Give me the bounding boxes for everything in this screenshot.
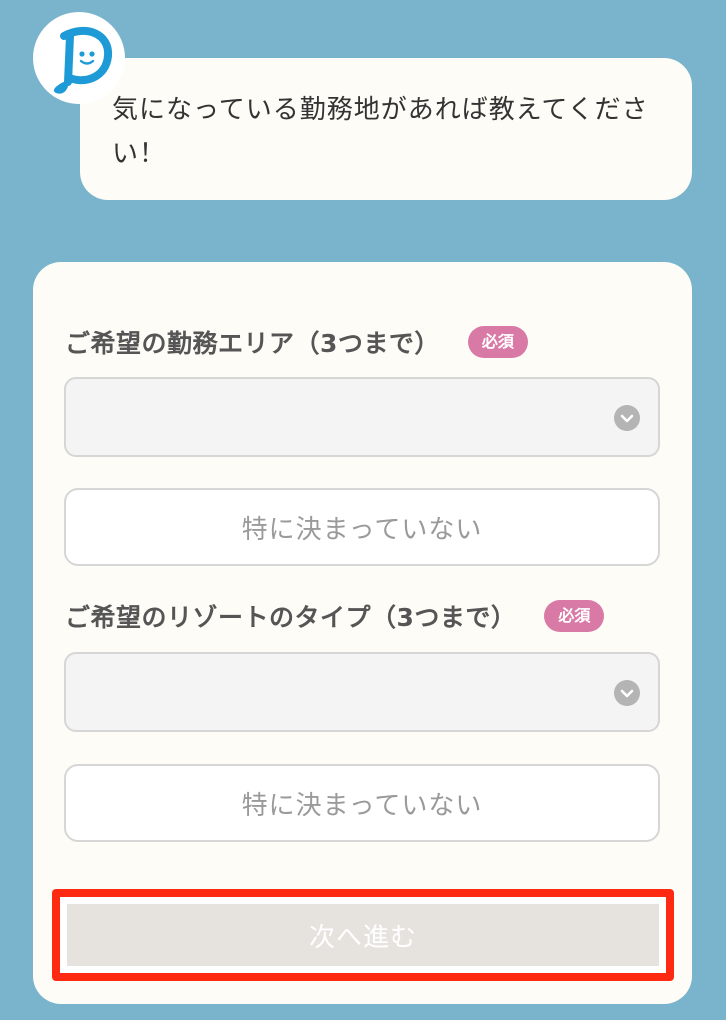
area-no-preference-button[interactable]: 特に決まっていない xyxy=(64,488,660,566)
mascot-logo-icon xyxy=(53,26,113,94)
chevron-down-icon xyxy=(614,405,640,431)
next-button[interactable]: 次へ進む xyxy=(67,904,659,966)
area-field-header: ご希望の勤務エリア（3つまで） 必須 xyxy=(65,324,528,360)
resort-type-no-preference-button[interactable]: 特に決まっていない xyxy=(64,764,660,842)
chevron-down-icon xyxy=(614,680,640,706)
assistant-message-bubble: 気になっている勤務地があれば教えてください！ xyxy=(80,58,692,200)
resort-type-field-header: ご希望のリゾートのタイプ（3つまで） 必須 xyxy=(65,598,605,634)
assistant-message: 気になっている勤務地があれば教えてください！ xyxy=(112,95,649,169)
preference-form: ご希望の勤務エリア（3つまで） 必須 特に決まっていない ご希望のリゾートのタイ… xyxy=(33,262,692,1004)
area-field-label: ご希望の勤務エリア（3つまで） xyxy=(65,329,440,358)
next-button-highlight: 次へ進む xyxy=(52,889,674,981)
assistant-avatar xyxy=(33,12,125,104)
resort-type-field-label: ご希望のリゾートのタイプ（3つまで） xyxy=(65,603,517,632)
resort-type-select[interactable] xyxy=(64,652,660,732)
area-required-badge: 必須 xyxy=(467,326,528,358)
area-select[interactable] xyxy=(64,377,660,457)
resort-type-required-badge: 必須 xyxy=(544,600,605,632)
